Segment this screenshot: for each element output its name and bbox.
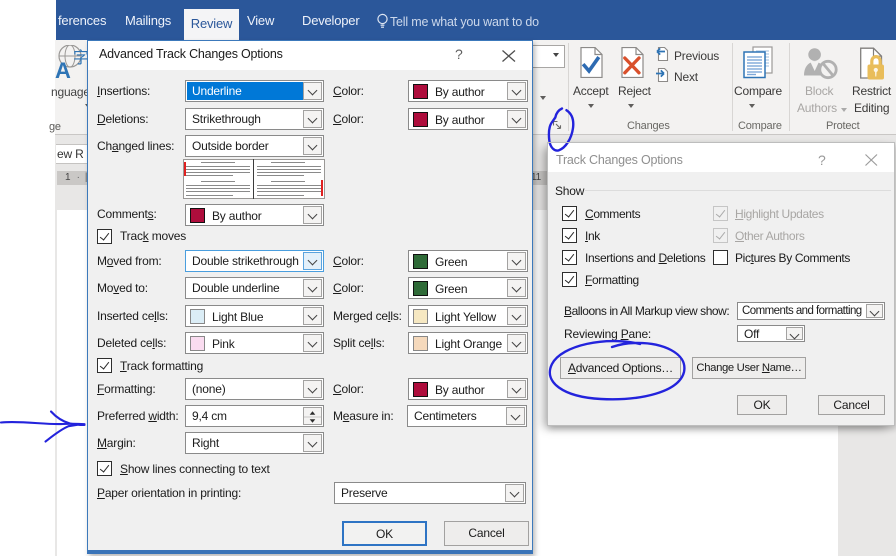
svg-text:字: 字: [73, 49, 88, 67]
svg-text:A: A: [55, 58, 71, 81]
